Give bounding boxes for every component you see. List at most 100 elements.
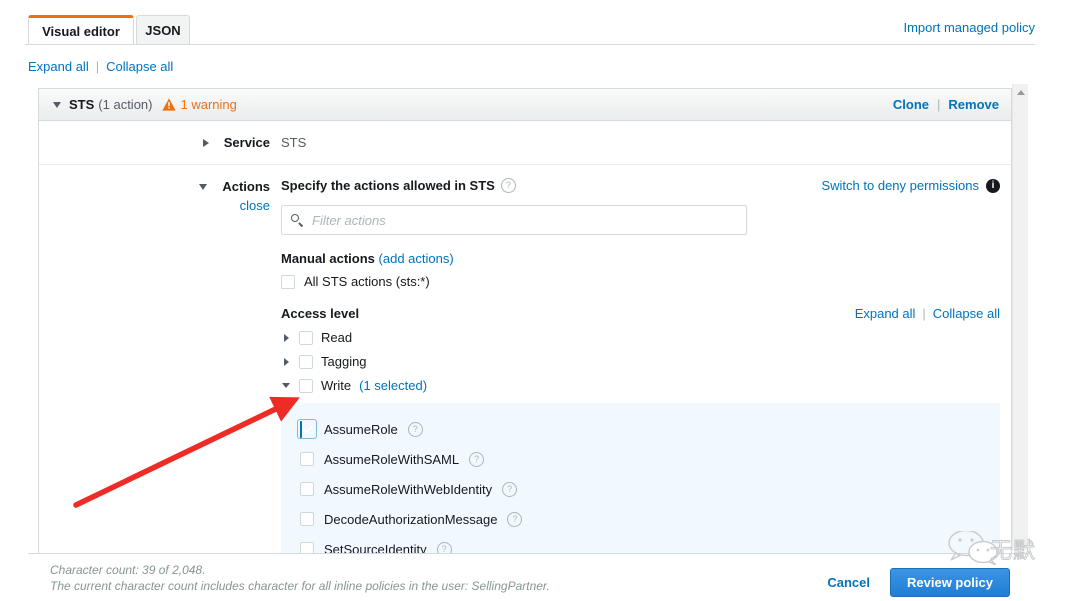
- tab-visual-editor-label: Visual editor: [42, 23, 120, 39]
- access-level-tagging-label: Tagging: [321, 354, 367, 369]
- access-level-header: Access level Expand all | Collapse all: [281, 306, 1000, 321]
- card-actions-separator: |: [937, 97, 941, 112]
- chevron-right-icon[interactable]: [281, 357, 291, 366]
- add-actions-link[interactable]: (add actions): [379, 251, 454, 266]
- access-links-separator: |: [922, 306, 926, 321]
- actions-close-link[interactable]: close: [39, 198, 270, 213]
- action-item[interactable]: AssumeRoleWithWebIdentity ?: [281, 475, 1000, 503]
- action-label: AssumeRoleWithWebIdentity: [324, 481, 493, 497]
- question-mark-icon[interactable]: ?: [500, 178, 516, 193]
- statement-service-name: STS: [69, 97, 95, 112]
- chevron-right-icon[interactable]: [281, 333, 291, 342]
- actions-title: Specify the actions allowed in STS: [281, 178, 495, 193]
- collapse-all-link[interactable]: Collapse all: [106, 59, 173, 74]
- statement-card-sts: STS (1 action) 1 warning Clone | Remove …: [38, 88, 1012, 597]
- all-sts-actions-label: All STS actions (sts:*): [304, 274, 430, 289]
- assumerole-checkbox[interactable]: [300, 421, 302, 438]
- assumerole-checkbox-wrap[interactable]: [297, 419, 317, 439]
- actions-label-group[interactable]: Actions: [39, 179, 270, 194]
- all-sts-actions-checkbox[interactable]: [281, 274, 295, 289]
- access-level-write[interactable]: Write (1 selected): [281, 378, 1000, 393]
- statement-warning-text: 1 warning: [180, 97, 237, 112]
- question-mark-icon[interactable]: ?: [507, 511, 523, 527]
- service-row-label-col: Service: [39, 121, 281, 164]
- statement-card-actions: Clone | Remove: [893, 97, 999, 112]
- manual-actions-title: Manual actions (add actions): [281, 251, 1000, 266]
- action-label: AssumeRole: [324, 421, 398, 437]
- service-label: Service: [223, 135, 270, 150]
- access-level-read-checkbox[interactable]: [299, 330, 313, 345]
- top-expand-collapse: Expand all | Collapse all: [28, 59, 173, 74]
- access-level-write-checkbox[interactable]: [299, 378, 313, 393]
- remove-button[interactable]: Remove: [948, 97, 999, 112]
- vertical-scrollbar[interactable]: [1012, 84, 1028, 550]
- tab-bar: Visual editor JSON Import managed policy: [0, 0, 1080, 45]
- character-count-note: Character count: 39 of 2,048. The curren…: [50, 562, 550, 594]
- warning-triangle-icon: [161, 98, 176, 111]
- import-managed-policy-link[interactable]: Import managed policy: [903, 20, 1035, 35]
- question-mark-icon[interactable]: ?: [502, 481, 518, 497]
- expand-all-link[interactable]: Expand all: [28, 59, 89, 74]
- access-collapse-all-link[interactable]: Collapse all: [933, 306, 1000, 321]
- action-label: DecodeAuthorizationMessage: [324, 511, 498, 527]
- access-level-links: Expand all | Collapse all: [855, 306, 1000, 321]
- actions-row-body: Specify the actions allowed in STS ? Swi…: [281, 165, 1014, 597]
- search-icon: [291, 213, 304, 228]
- question-mark-icon[interactable]: ?: [469, 451, 485, 467]
- access-level-read[interactable]: Read: [281, 330, 1000, 345]
- policy-scroll-area: STS (1 action) 1 warning Clone | Remove …: [28, 84, 1028, 597]
- action-label: AssumeRoleWithSAML: [324, 451, 460, 467]
- tab-json[interactable]: JSON: [136, 15, 190, 44]
- import-managed-policy-label: Import managed policy: [903, 20, 1035, 35]
- actions-label: Actions: [222, 179, 270, 194]
- tab-bar-underline: [25, 44, 1035, 45]
- switch-to-deny-link[interactable]: Switch to deny permissions i: [821, 178, 1000, 193]
- cancel-button[interactable]: Cancel: [827, 575, 870, 590]
- tab-visual-editor[interactable]: Visual editor: [28, 15, 134, 44]
- scroll-up-arrow-icon[interactable]: [1017, 90, 1025, 95]
- chevron-down-icon[interactable]: [53, 101, 61, 108]
- statement-card-header[interactable]: STS (1 action) 1 warning Clone | Remove: [39, 89, 1011, 121]
- info-icon[interactable]: i: [986, 178, 1000, 193]
- statement-action-count: (1 action): [98, 97, 153, 112]
- review-policy-button[interactable]: Review policy: [890, 568, 1010, 597]
- actions-title-group: Specify the actions allowed in STS ?: [281, 178, 516, 193]
- access-expand-all-link[interactable]: Expand all: [855, 306, 916, 321]
- chevron-right-icon[interactable]: [202, 138, 209, 147]
- access-level-tagging-checkbox[interactable]: [299, 354, 313, 369]
- action-item[interactable]: DecodeAuthorizationMessage ?: [281, 505, 1000, 533]
- character-count-line1: Character count: 39 of 2,048.: [50, 563, 206, 577]
- filter-actions-placeholder: Filter actions: [312, 212, 386, 228]
- tab-json-label: JSON: [145, 22, 181, 38]
- service-row: Service STS: [39, 121, 1011, 165]
- assumerolewithsaml-checkbox[interactable]: [300, 452, 314, 466]
- service-value: STS: [281, 135, 307, 150]
- actions-header: Specify the actions allowed in STS ? Swi…: [281, 178, 1000, 193]
- footer-buttons: Cancel Review policy: [827, 568, 1010, 597]
- access-level-read-label: Read: [321, 330, 353, 345]
- service-row-body: STS: [281, 121, 1011, 164]
- statement-warning: 1 warning: [161, 97, 237, 112]
- switch-to-deny-label: Switch to deny permissions: [821, 178, 979, 193]
- decodeauthorizationmessage-checkbox[interactable]: [300, 512, 314, 526]
- service-label-group[interactable]: Service: [39, 135, 270, 150]
- top-links-separator: |: [95, 59, 100, 74]
- access-level-title: Access level: [281, 306, 360, 321]
- clone-button[interactable]: Clone: [893, 97, 929, 112]
- access-level-write-label: Write: [321, 378, 352, 393]
- assumerolewithwebidentity-checkbox[interactable]: [300, 482, 314, 496]
- chevron-down-icon[interactable]: [281, 383, 291, 388]
- actions-row-label-col: Actions close: [39, 165, 281, 597]
- action-item[interactable]: AssumeRole ?: [281, 415, 1000, 443]
- action-item[interactable]: AssumeRoleWithSAML ?: [281, 445, 1000, 473]
- chevron-down-icon[interactable]: [199, 183, 208, 190]
- character-count-line2: The current character count includes cha…: [50, 579, 550, 593]
- access-level-tagging[interactable]: Tagging: [281, 354, 1000, 369]
- iam-policy-editor-page: Visual editor JSON Import managed policy…: [0, 0, 1080, 601]
- question-mark-icon[interactable]: ?: [407, 421, 423, 437]
- editor-footer: Character count: 39 of 2,048. The curren…: [28, 553, 1028, 601]
- filter-actions-input[interactable]: Filter actions: [281, 205, 747, 235]
- all-sts-actions-row[interactable]: All STS actions (sts:*): [281, 274, 1000, 289]
- actions-row: Actions close Specify the actions allowe…: [39, 165, 1011, 597]
- access-level-write-note: (1 selected): [359, 378, 428, 393]
